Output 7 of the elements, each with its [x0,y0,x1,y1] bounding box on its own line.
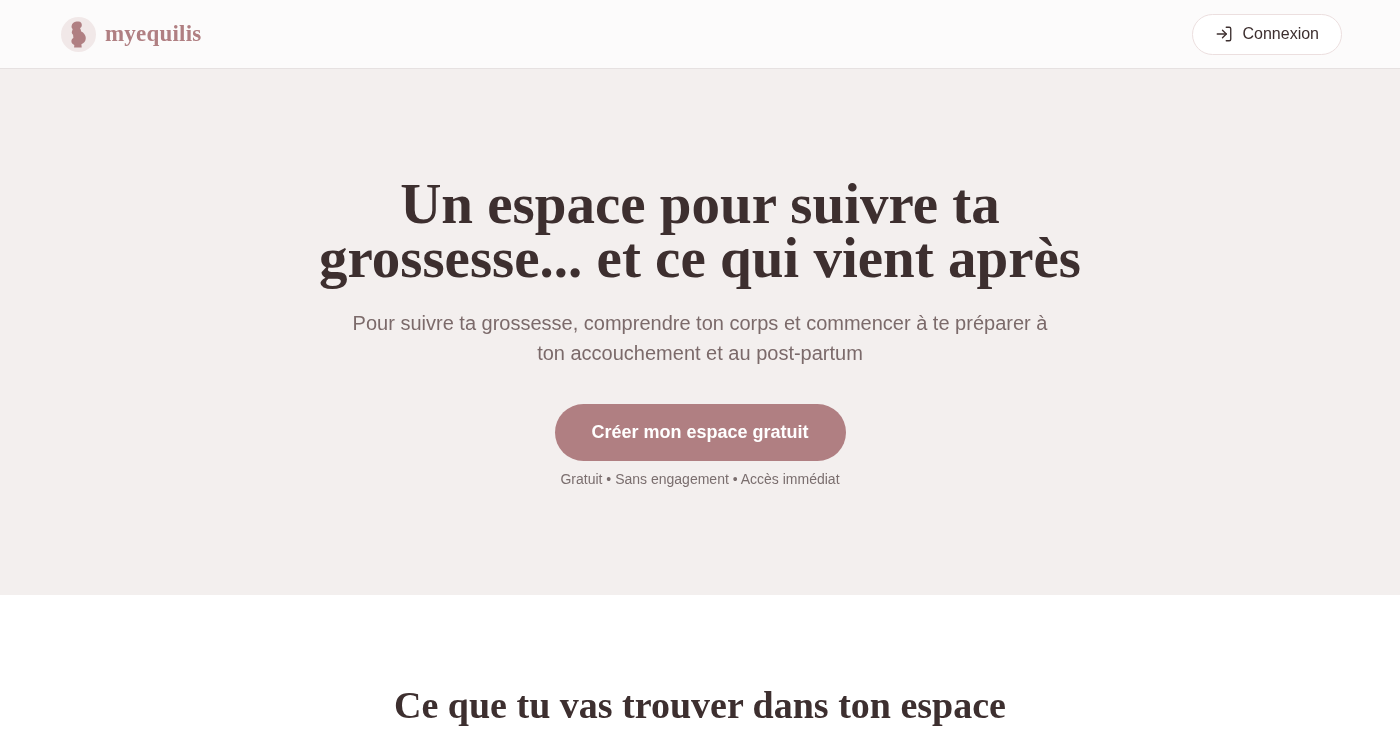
login-button[interactable]: Connexion [1191,13,1342,55]
section-title: Ce que tu vas trouver dans ton espace [394,683,1006,728]
hero-note: Gratuit • Sans engagement • Accès immédiat [560,470,840,488]
logo-wordmark: myequilis [105,21,202,47]
pregnant-silhouette-logo-icon [61,16,96,52]
login-arrow-icon [1214,25,1233,43]
hero-subtitle: Pour suivre ta grossesse, comprendre ton corps et commencer à te préparer à ton accouchement et au post-partum [351,311,1049,366]
